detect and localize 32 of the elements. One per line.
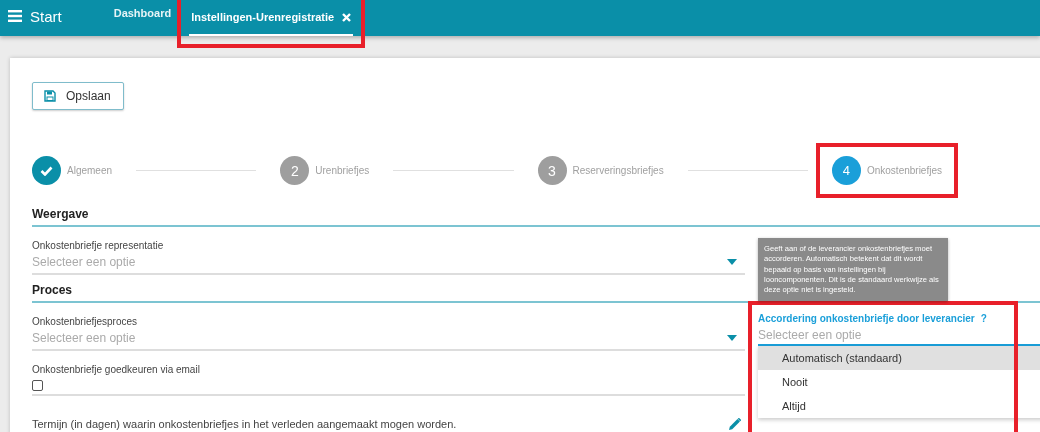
tab[interactable]: Instellingen-Urenregistratie bbox=[189, 0, 354, 36]
pencil-icon[interactable] bbox=[729, 418, 741, 430]
dropdown-option[interactable]: Automatisch (standaard) bbox=[758, 346, 1040, 370]
save-icon bbox=[44, 90, 56, 102]
step-label: Urenbriefjes bbox=[315, 165, 370, 176]
menu-button[interactable]: Start bbox=[0, 7, 62, 29]
help-icon[interactable]: ? bbox=[980, 313, 987, 324]
step-label: Reserveringsbriefjes bbox=[572, 165, 664, 176]
caret-icon bbox=[727, 259, 737, 265]
field-label: Onkostenbriefje goedkeuren via email bbox=[32, 364, 200, 375]
checkbox[interactable] bbox=[32, 380, 43, 391]
menu-icon bbox=[8, 10, 22, 22]
step-circle: 4 bbox=[831, 156, 861, 185]
dropdown-option[interactable]: Nooit bbox=[758, 370, 1040, 394]
step-label: Algemeen bbox=[67, 165, 113, 176]
section-title: Weergave bbox=[32, 207, 89, 221]
select-field[interactable]: Selecteer een optie bbox=[32, 253, 745, 271]
caret-icon bbox=[727, 335, 737, 341]
field-label: Onkostenbriefje representatie bbox=[32, 240, 164, 251]
step-circle: 3 bbox=[537, 156, 567, 185]
check-icon bbox=[40, 165, 53, 176]
close-icon[interactable] bbox=[342, 13, 352, 22]
tab[interactable]: Dashboard bbox=[111, 0, 174, 36]
dropdown-option[interactable]: Altijd bbox=[758, 394, 1040, 418]
save-button[interactable]: Opslaan bbox=[32, 82, 124, 110]
field-label: Termijn (in dagen) waarin onkostenbriefjes in het verleden aangemaakt mogen worden. bbox=[32, 418, 457, 430]
section-title: Proces bbox=[32, 283, 73, 297]
field-label: Onkostenbriefjesproces bbox=[32, 316, 138, 327]
select-field[interactable]: Selecteer een optie bbox=[32, 329, 745, 347]
field-label: Accordering onkostenbriefje door leverancier bbox=[758, 313, 975, 324]
step-label: Onkostenbriefjes bbox=[866, 165, 942, 176]
step-circle: 2 bbox=[280, 156, 310, 185]
